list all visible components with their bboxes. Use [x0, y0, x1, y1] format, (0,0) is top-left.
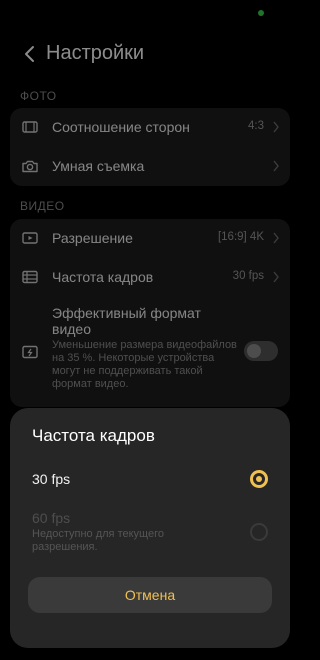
frame-rate-dialog: Частота кадров 30 fps 60 fps Недоступно … — [10, 408, 290, 648]
option-30fps[interactable]: 30 fps — [10, 460, 290, 500]
option-label: 60 fps — [32, 510, 71, 526]
option-description: Недоступно для текущего разрешения. — [32, 528, 164, 553]
cancel-label: Отмена — [124, 587, 176, 603]
radio-disabled — [250, 523, 268, 541]
option-60fps: 60 fps Недоступно для текущего разрешени… — [10, 506, 290, 558]
radio-selected[interactable] — [250, 470, 268, 488]
cancel-button[interactable]: Отмена — [28, 577, 272, 613]
dialog-title: Частота кадров — [32, 426, 155, 445]
option-label: 30 fps — [32, 471, 71, 487]
